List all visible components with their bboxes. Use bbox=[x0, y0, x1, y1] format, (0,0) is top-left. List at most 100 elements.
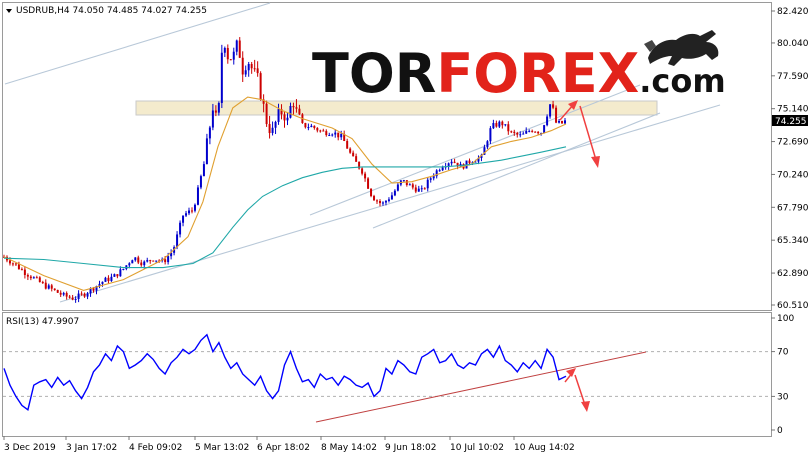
candle-body bbox=[86, 293, 89, 297]
candle-body bbox=[143, 261, 146, 266]
candle-body bbox=[453, 161, 456, 163]
candle-body bbox=[193, 204, 196, 211]
candle-body bbox=[546, 116, 549, 126]
candle-body bbox=[259, 73, 262, 100]
candle-body bbox=[71, 297, 74, 300]
price-tick-label: 67.790 bbox=[777, 203, 809, 213]
rsi-tick-label: 100 bbox=[777, 314, 794, 324]
candle-body bbox=[176, 234, 179, 248]
candle-body bbox=[414, 187, 417, 192]
candle-body bbox=[525, 130, 528, 134]
candle-body bbox=[381, 202, 384, 204]
candle-body bbox=[367, 178, 370, 189]
candle-body bbox=[182, 215, 185, 223]
candle-body bbox=[507, 124, 510, 132]
candle-body bbox=[208, 127, 211, 139]
candle-body bbox=[83, 293, 86, 297]
time-tick-label: 3 Dec 2019 bbox=[4, 443, 56, 453]
candle-body bbox=[217, 103, 220, 113]
candle-body bbox=[253, 68, 256, 70]
candle-body bbox=[549, 104, 552, 117]
candle-body bbox=[498, 121, 501, 127]
price-tick-label: 77.590 bbox=[777, 72, 809, 82]
candle-body bbox=[555, 107, 558, 123]
torforex-logo: TORFOREX.com bbox=[312, 30, 726, 105]
candle-body bbox=[411, 184, 414, 188]
candle-body bbox=[152, 260, 155, 262]
candle-body bbox=[14, 263, 17, 265]
candle-body bbox=[122, 268, 125, 270]
candle-body bbox=[68, 296, 71, 298]
candle-body bbox=[423, 188, 426, 190]
candle-body bbox=[516, 132, 519, 135]
candle-body bbox=[226, 47, 229, 60]
candle-body bbox=[504, 124, 507, 126]
candle-body bbox=[390, 195, 393, 200]
candle-body bbox=[20, 269, 23, 271]
candle-body bbox=[420, 188, 423, 190]
candle-body bbox=[62, 292, 65, 295]
candle-body bbox=[167, 256, 170, 263]
candle-body bbox=[80, 293, 83, 295]
candle-body bbox=[298, 108, 301, 115]
candle-body bbox=[486, 141, 489, 148]
candle-body bbox=[211, 110, 214, 128]
candle-body bbox=[119, 269, 122, 277]
rsi-panel-frame bbox=[2, 312, 772, 437]
candle-body bbox=[501, 121, 504, 126]
time-tick-label: 6 Apr 18:02 bbox=[257, 443, 310, 453]
candle-body bbox=[495, 123, 498, 127]
candle-body bbox=[29, 276, 32, 279]
candle-body bbox=[373, 196, 376, 201]
candle-body bbox=[223, 47, 226, 53]
candle-body bbox=[361, 168, 364, 174]
candle-body bbox=[316, 127, 319, 131]
candle-body bbox=[214, 110, 217, 113]
rsi-label: RSI(13) 47.9907 bbox=[6, 317, 79, 327]
candle-body bbox=[92, 288, 95, 291]
candle-body bbox=[384, 200, 387, 203]
time-tick-label: 4 Feb 09:02 bbox=[129, 443, 182, 453]
candle-body bbox=[432, 176, 435, 179]
candle-body bbox=[402, 180, 405, 182]
candle-body bbox=[396, 184, 399, 191]
rsi-forecast-arrows bbox=[564, 368, 590, 412]
rsi-axis: 100 70 30 0 bbox=[3, 314, 794, 436]
collapse-triangle-icon[interactable] bbox=[6, 9, 12, 13]
candle-body bbox=[564, 120, 567, 124]
candle-body bbox=[489, 128, 492, 142]
candle-body bbox=[387, 199, 390, 201]
candle-body bbox=[74, 299, 77, 301]
price-tick-label: 65.340 bbox=[777, 236, 809, 246]
inner-channel-bottom bbox=[372, 112, 661, 229]
candle-body bbox=[35, 277, 38, 279]
candle-body bbox=[334, 132, 337, 135]
candle-body bbox=[346, 141, 349, 149]
time-tick-label: 8 May 14:02 bbox=[321, 443, 377, 453]
candle-body bbox=[164, 259, 167, 263]
candle-body bbox=[128, 263, 131, 266]
candle-body bbox=[450, 161, 453, 164]
candle-body bbox=[38, 277, 41, 283]
candle-body bbox=[519, 134, 522, 136]
candle-body bbox=[513, 131, 516, 133]
candle-body bbox=[304, 122, 307, 128]
candle-body bbox=[229, 59, 232, 61]
candle-body bbox=[107, 277, 110, 282]
candle-body bbox=[441, 167, 444, 171]
candle-body bbox=[310, 125, 313, 128]
candle-body bbox=[289, 105, 292, 118]
candle-body bbox=[528, 130, 531, 132]
candle-body bbox=[140, 262, 143, 266]
candle-body bbox=[47, 285, 50, 289]
chart-window: 82.420 80.040 77.590 75.140 72.690 70.240 67.7… bbox=[0, 0, 812, 458]
candle-body bbox=[11, 263, 14, 265]
candle-body bbox=[349, 148, 352, 153]
time-tick-label: 10 Jul 10:02 bbox=[450, 443, 504, 453]
candle-body bbox=[137, 257, 140, 263]
rsi-tick-label: 0 bbox=[777, 426, 783, 436]
candle-body bbox=[247, 64, 250, 71]
candle-body bbox=[134, 257, 137, 261]
candle-body bbox=[417, 188, 420, 192]
candle-body bbox=[438, 170, 441, 172]
